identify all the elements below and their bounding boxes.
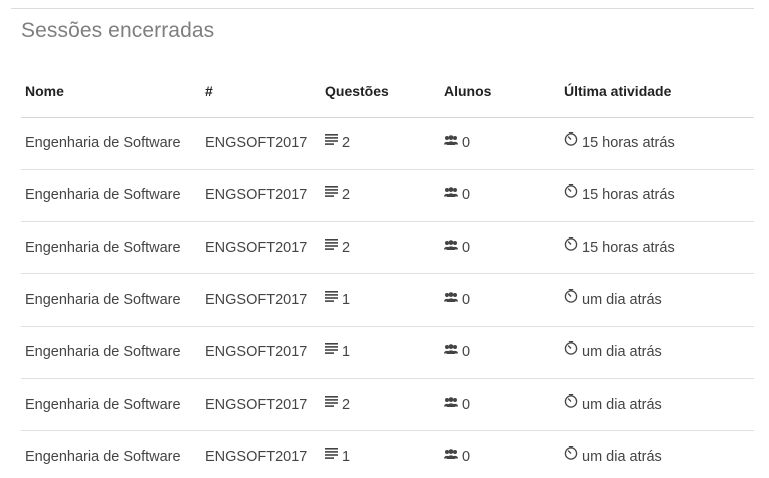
group-icon bbox=[444, 290, 458, 306]
last-activity-text: um dia atrás bbox=[582, 344, 662, 361]
list-icon bbox=[325, 447, 338, 463]
questions-cell: 2 bbox=[321, 117, 440, 170]
timer-icon bbox=[564, 289, 578, 307]
questions-cell: 2 bbox=[321, 378, 440, 432]
timer-icon bbox=[564, 132, 578, 150]
last-activity-cell: 15 horas atrás bbox=[560, 169, 754, 223]
group-icon bbox=[444, 395, 458, 411]
table-header-row: Nome # Questões Alunos Última atividade bbox=[21, 66, 754, 118]
sessions-table: Nome # Questões Alunos Última atividade … bbox=[21, 66, 754, 478]
session-name: Engenharia de Software bbox=[21, 273, 201, 327]
questions-count: 1 bbox=[342, 344, 351, 361]
column-header-last-activity: Última atividade bbox=[560, 66, 754, 118]
students-cell: 0 bbox=[440, 273, 560, 327]
questions-count: 1 bbox=[342, 449, 351, 466]
column-header-students: Alunos bbox=[440, 66, 560, 118]
last-activity-cell: 15 horas atrás bbox=[560, 117, 754, 170]
last-activity-text: um dia atrás bbox=[582, 292, 662, 309]
questions-count: 2 bbox=[342, 135, 351, 152]
students-count: 0 bbox=[462, 292, 471, 309]
timer-icon bbox=[564, 393, 578, 412]
list-icon bbox=[325, 238, 338, 254]
session-code: ENGSOFT2017 bbox=[201, 378, 321, 432]
last-activity-text: um dia atrás bbox=[582, 449, 662, 466]
questions-cell: 2 bbox=[321, 169, 440, 223]
students-cell: 0 bbox=[440, 117, 560, 170]
session-code: ENGSOFT2017 bbox=[201, 169, 321, 223]
last-activity-cell: um dia atrás bbox=[560, 431, 754, 478]
timer-icon bbox=[564, 341, 578, 359]
students-cell: 0 bbox=[440, 431, 560, 478]
questions-count: 2 bbox=[342, 187, 351, 204]
session-name: Engenharia de Software bbox=[21, 117, 201, 170]
column-header-questions: Questões bbox=[321, 66, 440, 118]
students-count: 0 bbox=[462, 396, 471, 413]
table-row[interactable]: Engenharia de Software ENGSOFT2017 1 0 um di… bbox=[21, 431, 754, 478]
questions-cell: 1 bbox=[321, 273, 440, 327]
list-icon bbox=[325, 185, 338, 201]
questions-count: 2 bbox=[342, 396, 351, 413]
table-row[interactable]: Engenharia de Software ENGSOFT2017 1 0 um di… bbox=[21, 326, 754, 379]
group-icon bbox=[444, 185, 458, 201]
questions-count: 2 bbox=[342, 239, 351, 256]
questions-cell: 1 bbox=[321, 326, 440, 379]
students-cell: 0 bbox=[440, 169, 560, 223]
session-name: Engenharia de Software bbox=[21, 378, 201, 432]
last-activity-text: 15 horas atrás bbox=[582, 239, 675, 256]
session-code: ENGSOFT2017 bbox=[201, 326, 321, 379]
students-count: 0 bbox=[462, 449, 471, 466]
questions-cell: 2 bbox=[321, 221, 440, 275]
group-icon bbox=[444, 133, 458, 149]
list-icon bbox=[325, 133, 338, 149]
students-count: 0 bbox=[462, 187, 471, 204]
session-name: Engenharia de Software bbox=[21, 169, 201, 223]
timer-icon bbox=[564, 236, 578, 255]
timer-icon bbox=[564, 184, 578, 202]
group-icon bbox=[444, 447, 458, 463]
timer-icon bbox=[564, 446, 578, 464]
session-name: Engenharia de Software bbox=[21, 221, 201, 275]
column-header-code: # bbox=[201, 66, 321, 118]
top-divider bbox=[11, 8, 754, 9]
students-cell: 0 bbox=[440, 221, 560, 275]
last-activity-text: um dia atrás bbox=[582, 396, 662, 413]
table-row[interactable]: Engenharia de Software ENGSOFT2017 2 0 um di… bbox=[21, 378, 754, 432]
table-row[interactable]: Engenharia de Software ENGSOFT2017 2 0 15 ho… bbox=[21, 221, 754, 275]
table-row[interactable]: Engenharia de Software ENGSOFT2017 2 0 15 ho… bbox=[21, 169, 754, 223]
table-row[interactable]: Engenharia de Software ENGSOFT2017 1 0 um di… bbox=[21, 273, 754, 327]
last-activity-cell: um dia atrás bbox=[560, 326, 754, 379]
column-header-name: Nome bbox=[21, 66, 201, 118]
last-activity-text: 15 horas atrás bbox=[582, 135, 675, 152]
session-code: ENGSOFT2017 bbox=[201, 273, 321, 327]
closed-sessions-page: Sessões encerradas Nome # Questões Aluno… bbox=[0, 0, 769, 478]
questions-count: 1 bbox=[342, 292, 351, 309]
list-icon bbox=[325, 342, 338, 358]
table-row[interactable]: Engenharia de Software ENGSOFT2017 2 0 15 ho… bbox=[21, 117, 754, 170]
last-activity-text: 15 horas atrás bbox=[582, 187, 675, 204]
list-icon bbox=[325, 290, 338, 306]
session-name: Engenharia de Software bbox=[21, 326, 201, 379]
session-name: Engenharia de Software bbox=[25, 449, 181, 466]
students-count: 0 bbox=[462, 344, 471, 361]
group-icon bbox=[444, 238, 458, 254]
questions-cell: 1 bbox=[321, 431, 440, 478]
session-code: ENGSOFT2017 bbox=[205, 449, 308, 466]
section-title: Sessões encerradas bbox=[21, 19, 215, 42]
students-cell: 0 bbox=[440, 378, 560, 432]
students-cell: 0 bbox=[440, 326, 560, 379]
students-count: 0 bbox=[462, 135, 471, 152]
last-activity-cell: um dia atrás bbox=[560, 273, 754, 327]
students-count: 0 bbox=[462, 239, 471, 256]
last-activity-cell: 15 horas atrás bbox=[560, 221, 754, 275]
list-icon bbox=[325, 395, 338, 411]
session-code: ENGSOFT2017 bbox=[201, 221, 321, 275]
last-activity-cell: um dia atrás bbox=[560, 378, 754, 432]
session-code: ENGSOFT2017 bbox=[201, 117, 321, 170]
group-icon bbox=[444, 342, 458, 358]
